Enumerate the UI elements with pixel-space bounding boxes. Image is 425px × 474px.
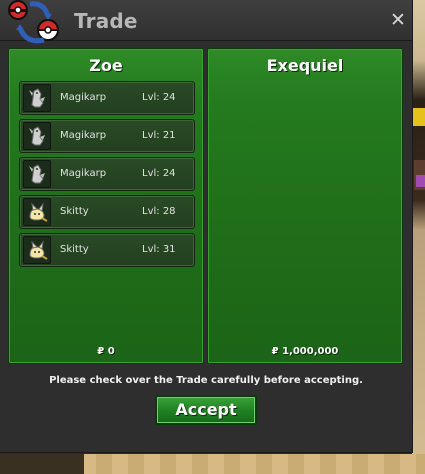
close-icon[interactable]: ✕ xyxy=(388,10,408,30)
skitty-icon xyxy=(23,236,51,264)
pokemon-level: Lvl: 28 xyxy=(142,206,176,217)
trader-name: Zoe xyxy=(89,56,123,75)
trade-slot[interactable]: Magikarp Lvl: 24 xyxy=(19,157,195,191)
skitty-icon xyxy=(23,198,51,226)
window-title: Trade xyxy=(74,9,138,33)
trader-name: Exequiel xyxy=(266,56,344,75)
pokemon-name: Magikarp xyxy=(60,130,107,141)
pokemon-name: Skitty xyxy=(60,244,89,255)
money-amount: ₽ 1,000,000 xyxy=(271,346,339,357)
pokemon-name: Magikarp xyxy=(60,92,107,103)
trader-panel-right: Exequiel ₽ 1,000,000 xyxy=(207,48,403,364)
trade-window: Trade ✕ Zoe Magikarp Lvl: 24 Magikarp Lv… xyxy=(0,0,413,453)
trade-slot[interactable]: Magikarp Lvl: 21 xyxy=(19,119,195,153)
magikarp-icon xyxy=(23,84,51,112)
pokeball-logo-icon xyxy=(8,0,60,44)
title-bar[interactable]: Trade ✕ xyxy=(0,0,412,44)
trade-notice: Please check over the Trade carefully be… xyxy=(49,375,363,386)
pokemon-level: Lvl: 21 xyxy=(142,130,176,141)
game-world-edge xyxy=(412,0,425,454)
pokemon-level: Lvl: 24 xyxy=(142,168,176,179)
money-amount: ₽ 0 xyxy=(97,346,115,357)
pokemon-name: Skitty xyxy=(60,206,89,217)
trade-slot[interactable]: Skitty Lvl: 31 xyxy=(19,233,195,267)
trader-panel-left: Zoe Magikarp Lvl: 24 Magikarp Lvl: 21 Ma… xyxy=(8,48,204,364)
pokemon-level: Lvl: 31 xyxy=(142,244,176,255)
accept-button[interactable]: Accept xyxy=(155,395,257,425)
game-ground xyxy=(0,454,425,474)
trade-slot[interactable]: Skitty Lvl: 28 xyxy=(19,195,195,229)
pokemon-name: Magikarp xyxy=(60,168,107,179)
trade-slot[interactable]: Magikarp Lvl: 24 xyxy=(19,81,195,115)
pokemon-level: Lvl: 24 xyxy=(142,92,176,103)
magikarp-icon xyxy=(23,160,51,188)
magikarp-icon xyxy=(23,122,51,150)
